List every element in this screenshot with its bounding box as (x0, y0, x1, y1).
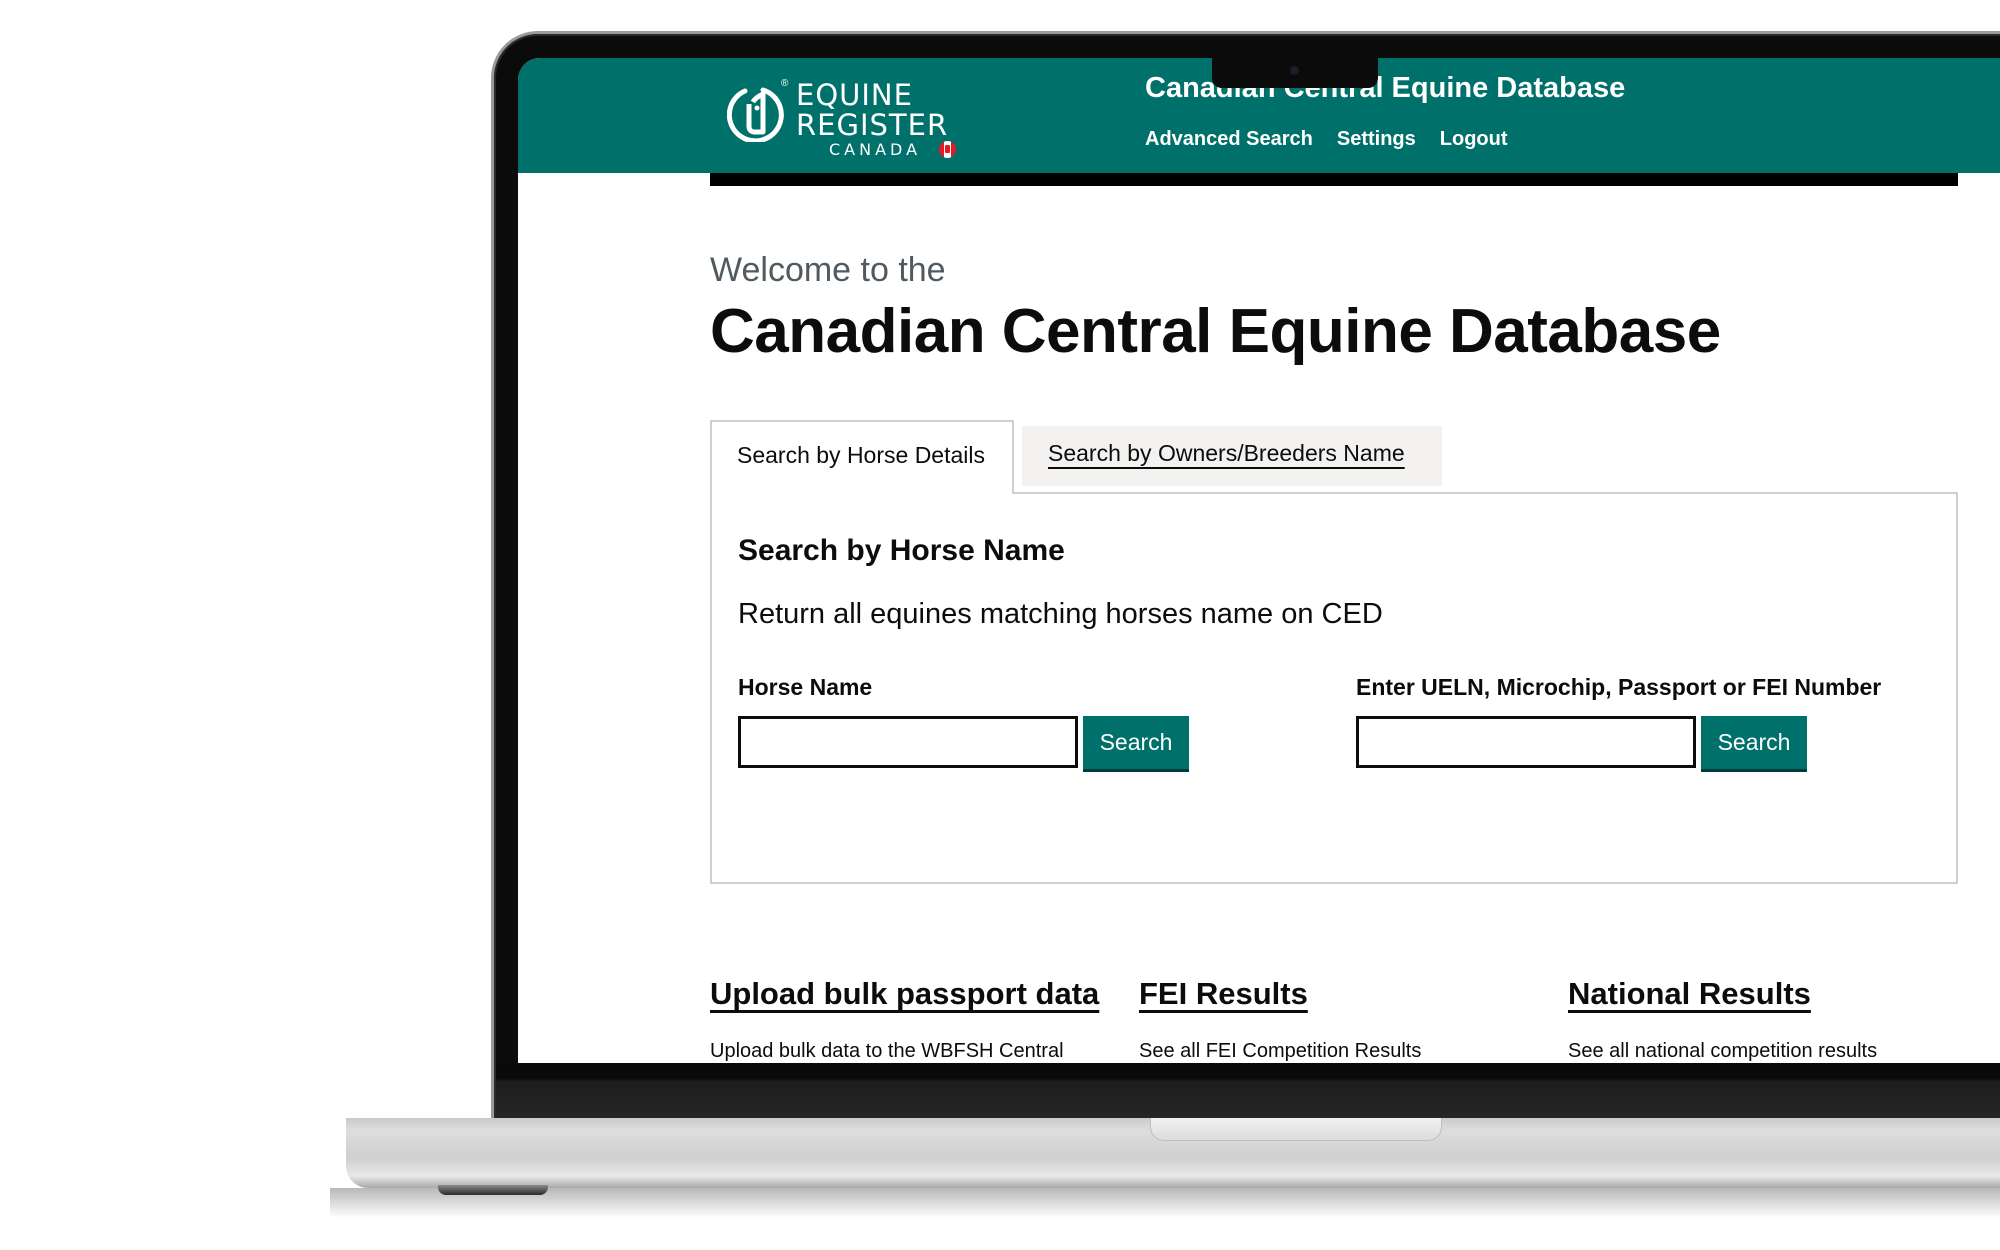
nav-logout[interactable]: Logout (1440, 128, 1508, 151)
id-number-label: Enter UELN, Microchip, Passport or FEI N… (1356, 674, 1882, 700)
welcome-text: Welcome to the (710, 251, 946, 289)
logo-line-equine: EQUINE (796, 78, 913, 112)
laptop-foot (438, 1185, 548, 1195)
laptop-chin (496, 1063, 2000, 1119)
horse-name-label: Horse Name (738, 674, 873, 700)
panel-heading: Search by Horse Name (738, 534, 1065, 567)
horse-head-logo-icon (727, 87, 784, 142)
nav-advanced-search[interactable]: Advanced Search (1145, 128, 1313, 151)
panel-description: Return all equines matching horses name … (738, 598, 1383, 630)
link-national-description: See all national competition results (1568, 1040, 1878, 1062)
logo-line-canada: CANADA (829, 140, 922, 159)
laptop-shadow (330, 1188, 2000, 1218)
tab-label: Search by Horse Details (737, 442, 985, 468)
header-divider (710, 173, 1958, 186)
horse-name-search-button[interactable]: Search (1083, 716, 1189, 769)
header-nav: Advanced Search Settings Logout (1145, 128, 1508, 151)
link-national-results[interactable]: National Results (1568, 976, 1811, 1012)
link-upload-description: Upload bulk data to the WBFSH Central (710, 1040, 1064, 1062)
horse-name-input[interactable] (738, 716, 1078, 768)
link-fei-results[interactable]: FEI Results (1139, 976, 1308, 1012)
equine-register-logo[interactable]: ® EQUINE REGISTER CANADA (727, 78, 967, 160)
tab-owners-breeders[interactable]: Search by Owners/Breeders Name (1022, 426, 1442, 486)
canada-flag-icon (939, 141, 956, 158)
tab-label: Search by Owners/Breeders Name (1048, 440, 1405, 466)
logo-text: EQUINE REGISTER (796, 80, 948, 140)
id-number-search-button[interactable]: Search (1701, 716, 1807, 769)
camera-icon (1290, 66, 1299, 75)
page-title: Canadian Central Equine Database (710, 297, 1721, 366)
nav-settings[interactable]: Settings (1337, 128, 1416, 151)
link-upload-bulk-passport[interactable]: Upload bulk passport data (710, 976, 1099, 1012)
tab-horse-details[interactable]: Search by Horse Details (710, 420, 1014, 494)
laptop-lid-notch (1150, 1118, 1442, 1141)
link-fei-description: See all FEI Competition Results (1139, 1040, 1422, 1062)
search-panel: Search by Horse Name Return all equines … (710, 492, 1958, 884)
logo-line-register: REGISTER (796, 108, 949, 142)
id-number-input[interactable] (1356, 716, 1696, 768)
laptop-screen: ® EQUINE REGISTER CANADA Canadian Centra… (518, 58, 2000, 1063)
camera-notch (1212, 58, 1378, 88)
registered-mark: ® (781, 78, 789, 89)
